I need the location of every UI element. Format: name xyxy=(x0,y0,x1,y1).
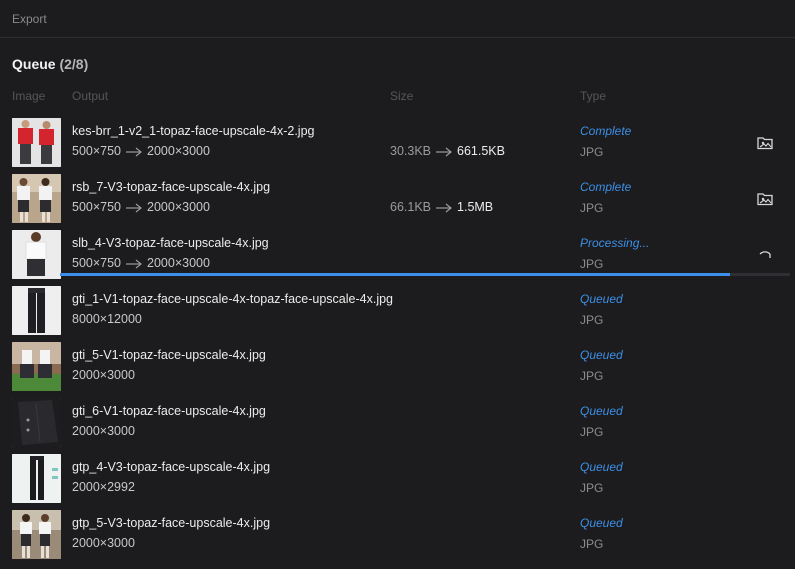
arrow-right-icon xyxy=(435,203,453,213)
thumbnail-image xyxy=(12,174,61,223)
file-type: JPG xyxy=(580,145,604,159)
queue-title: Queue (2/8) xyxy=(12,56,88,72)
column-header-type: Type xyxy=(580,89,607,103)
folder-image-icon[interactable] xyxy=(756,190,774,208)
arrow-right-icon xyxy=(125,259,143,269)
file-type: JPG xyxy=(580,425,604,439)
output-filename: gti_6-V1-topaz-face-upscale-4x.jpg xyxy=(72,404,266,418)
progress-bar-fill xyxy=(60,273,731,276)
queue-label: Queue xyxy=(12,56,56,72)
thumbnail-image xyxy=(12,398,61,447)
output-filename: gti_5-V1-topaz-face-upscale-4x.jpg xyxy=(72,348,266,362)
file-type: JPG xyxy=(580,369,604,383)
status-badge: Queued xyxy=(580,292,623,306)
table-row[interactable]: gti_1-V1-topaz-face-upscale-4x-topaz-fac… xyxy=(0,284,795,340)
output-dimensions: 2000×3000 xyxy=(72,424,135,438)
table-row[interactable]: gtp_4-V3-topaz-face-upscale-4x.jpg 2000×… xyxy=(0,452,795,508)
file-size: 30.3KB 661.5KB xyxy=(390,144,505,158)
table-row[interactable]: rsb_7-V3-topaz-face-upscale-4x.jpg 500×7… xyxy=(0,172,795,228)
output-dimensions: 8000×12000 xyxy=(72,312,142,326)
thumbnail-image xyxy=(12,230,61,279)
arrow-right-icon xyxy=(125,203,143,213)
queue-count: (2/8) xyxy=(59,56,89,72)
thumbnail-image xyxy=(12,510,61,559)
progress-bar xyxy=(60,273,790,276)
status-badge: Processing... xyxy=(580,236,650,250)
spinner-icon xyxy=(756,248,774,266)
output-dimensions: 2000×2992 xyxy=(72,480,135,494)
output-dimensions: 500×750 2000×3000 xyxy=(72,144,210,158)
arrow-right-icon xyxy=(125,147,143,157)
output-dimensions: 2000×3000 xyxy=(72,368,135,382)
output-filename: gtp_4-V3-topaz-face-upscale-4x.jpg xyxy=(72,460,271,474)
thumbnail-image xyxy=(12,454,61,503)
top-bar: Export xyxy=(0,0,795,38)
arrow-right-icon xyxy=(435,147,453,157)
table-row[interactable]: gti_6-V1-topaz-face-upscale-4x.jpg 2000×… xyxy=(0,396,795,452)
file-type: JPG xyxy=(580,201,604,215)
table-row[interactable]: kes-brr_1-v2_1-topaz-face-upscale-4x-2.j… xyxy=(0,116,795,172)
thumbnail-image xyxy=(12,342,61,391)
file-type: JPG xyxy=(580,537,604,551)
export-title: Export xyxy=(12,12,47,26)
status-badge: Queued xyxy=(580,348,623,362)
column-header-output: Output xyxy=(72,89,109,103)
status-badge: Queued xyxy=(580,404,623,418)
thumbnail-image xyxy=(12,118,61,167)
output-filename: gtp_5-V3-topaz-face-upscale-4x.jpg xyxy=(72,516,271,530)
output-dimensions: 500×750 2000×3000 xyxy=(72,256,210,270)
output-filename: rsb_7-V3-topaz-face-upscale-4x.jpg xyxy=(72,180,271,194)
output-dimensions: 500×750 2000×3000 xyxy=(72,200,210,214)
output-filename: slb_4-V3-topaz-face-upscale-4x.jpg xyxy=(72,236,269,250)
file-size: 66.1KB 1.5MB xyxy=(390,200,494,214)
column-header-image: Image xyxy=(12,89,46,103)
status-badge: Complete xyxy=(580,124,632,138)
thumbnail-image xyxy=(12,286,61,335)
status-badge: Queued xyxy=(580,516,623,530)
table-row[interactable]: gti_5-V1-topaz-face-upscale-4x.jpg 2000×… xyxy=(0,340,795,396)
output-filename: gti_1-V1-topaz-face-upscale-4x-topaz-fac… xyxy=(72,292,393,306)
column-header-size: Size xyxy=(390,89,414,103)
output-filename: kes-brr_1-v2_1-topaz-face-upscale-4x-2.j… xyxy=(72,124,315,138)
output-dimensions: 2000×3000 xyxy=(72,536,135,550)
status-badge: Queued xyxy=(580,460,623,474)
file-type: JPG xyxy=(580,481,604,495)
file-type: JPG xyxy=(580,313,604,327)
status-badge: Complete xyxy=(580,180,632,194)
table-row[interactable]: gtp_5-V3-topaz-face-upscale-4x.jpg 2000×… xyxy=(0,508,795,564)
file-type: JPG xyxy=(580,257,604,271)
folder-image-icon[interactable] xyxy=(756,134,774,152)
